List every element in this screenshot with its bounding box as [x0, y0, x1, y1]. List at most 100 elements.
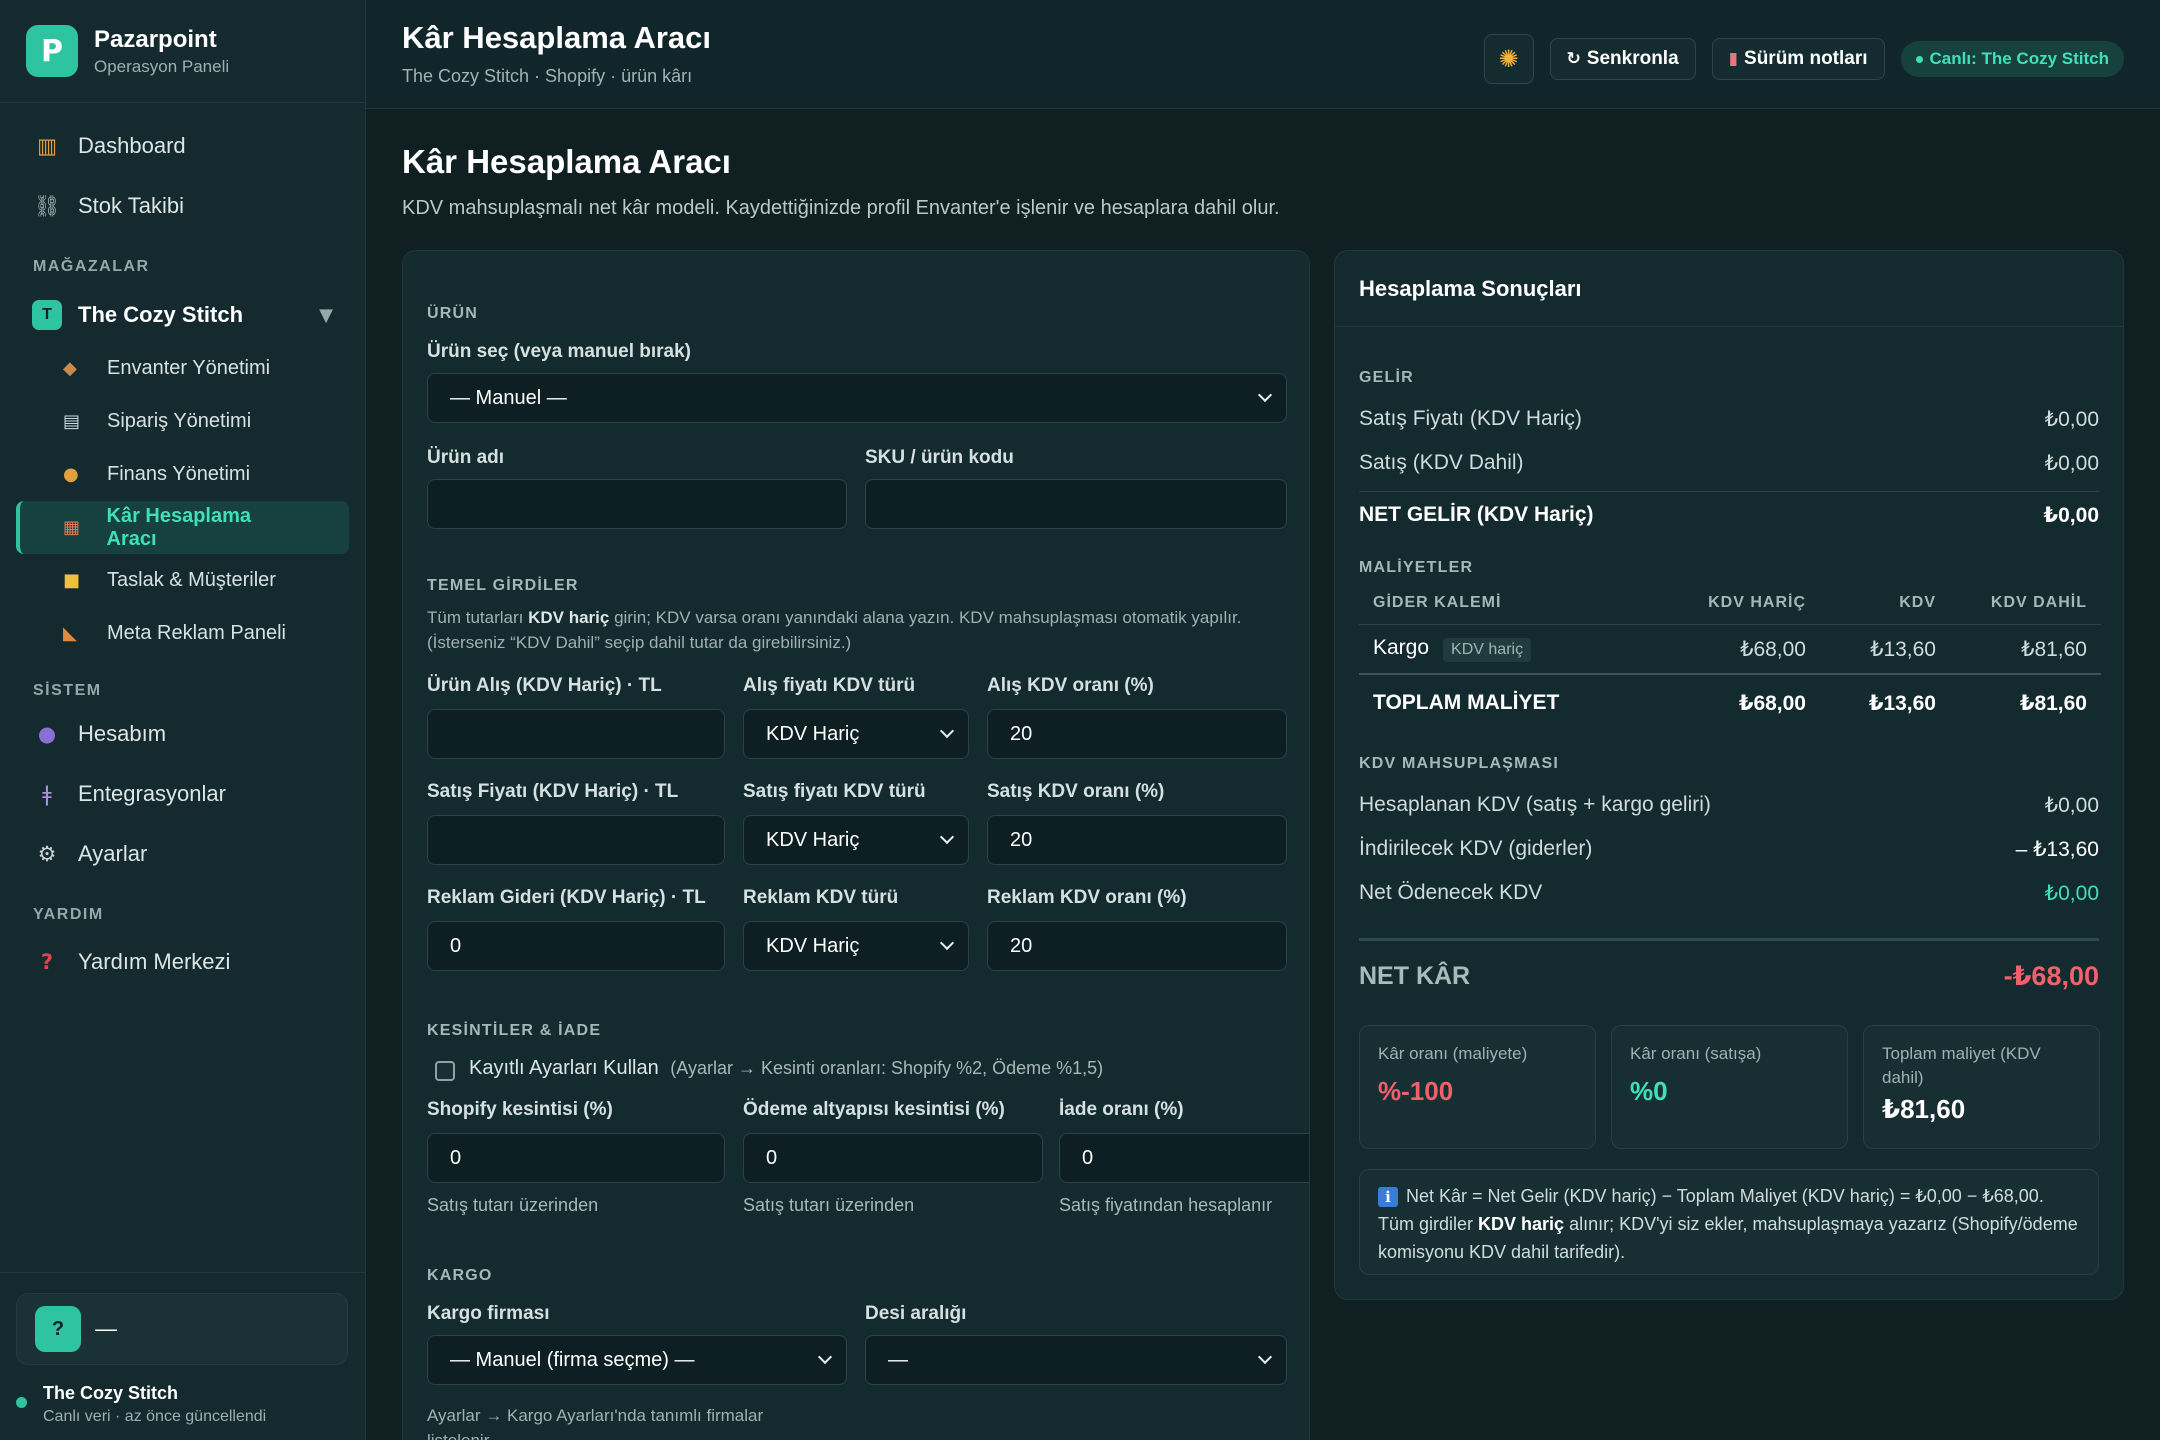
metric-value: %-100: [1378, 1076, 1454, 1106]
sun-icon: ✺: [1498, 45, 1519, 73]
sku-input[interactable]: [865, 479, 1287, 529]
ad-kdv-type-select[interactable]: KDV Hariç: [743, 921, 969, 971]
section-help: YARDIM: [33, 906, 104, 923]
purchase-amount-input[interactable]: [427, 709, 725, 759]
sidebar-item-envanter[interactable]: ◆ Envanter Yönetimi: [16, 342, 349, 395]
payment-fee-input[interactable]: 0: [743, 1133, 1043, 1183]
sale-kdv-type-label: Satış fiyatı KDV türü: [743, 781, 926, 802]
use-saved-settings-checkbox[interactable]: [435, 1061, 455, 1081]
live-badge: Canlı: The Cozy Stitch: [1900, 41, 2124, 77]
info-text-bold: KDV hariç: [1478, 1214, 1565, 1234]
chevron-down-icon: [942, 829, 954, 841]
sidebar: P Pazarpoint Operasyon Paneli ▥ Dashboard…: [0, 0, 366, 1440]
return-rate-label: İade oranı (%): [1059, 1099, 1184, 1120]
status-dot-icon: [16, 1397, 27, 1408]
section-system: SİSTEM: [33, 682, 102, 699]
cell-kdv: ₺13,60: [1870, 637, 1936, 661]
user-icon: ●: [37, 722, 57, 746]
nav-yardim[interactable]: ? Yardım Merkezi: [0, 932, 365, 992]
ad-cost-input[interactable]: 0: [427, 921, 725, 971]
sale-kdv-rate-label: Satış KDV oranı (%): [987, 781, 1165, 802]
folder-icon: ■: [63, 570, 81, 591]
row-label: Hesaplanan KDV (satış + kargo geliri): [1359, 793, 1711, 816]
sidebar-item-taslak[interactable]: ■ Taslak & Müşteriler: [16, 554, 349, 607]
metric-label: Toplam maliyet (KDV dahil): [1882, 1044, 2041, 1087]
metric-value: ₺81,60: [1882, 1094, 1966, 1124]
purchase-kdv-rate-input[interactable]: 20: [987, 709, 1287, 759]
net-profit-value: -₺68,00: [2003, 961, 2099, 991]
topbar-actions: ✺ ↻ Senkronla ▮ Sürüm notları Canlı: The C…: [1468, 34, 2124, 84]
shopify-fee-help: Satış tutarı üzerinden: [427, 1195, 599, 1215]
sidebar-item-kar-hesaplama[interactable]: ▦ Kâr Hesaplama Aracı: [16, 501, 349, 554]
nav-label: Yardım Merkezi: [78, 949, 231, 974]
sale-price-input[interactable]: [427, 815, 725, 865]
sidebar-item-meta[interactable]: ◣ Meta Reklam Paneli: [16, 607, 349, 660]
sale-kdv-rate-input[interactable]: 20: [987, 815, 1287, 865]
nav-stok[interactable]: ⛓ Stok Takibi: [0, 176, 365, 236]
shopify-fee-input[interactable]: 0: [427, 1133, 725, 1183]
desi-select[interactable]: —: [865, 1335, 1287, 1385]
sku-label: SKU / ürün kodu: [865, 447, 1014, 468]
sidebar-item-siparis[interactable]: ▤ Sipariş Yönetimi: [16, 395, 349, 448]
col-header: KDV HARİÇ: [1708, 593, 1806, 611]
user-menu[interactable]: ? —: [16, 1293, 348, 1365]
chevron-down-icon: [942, 723, 954, 735]
theme-toggle-button[interactable]: ✺: [1483, 34, 1534, 84]
product-name-input[interactable]: [427, 479, 847, 529]
sidebar-item-label: Envanter Yönetimi: [107, 357, 271, 379]
purchase-amount-label: Ürün Alış (KDV Hariç) · TL: [427, 675, 662, 696]
nav-ayarlar[interactable]: ⚙ Ayarlar: [0, 824, 365, 884]
select-value: KDV Hariç: [766, 828, 860, 851]
return-rate-input[interactable]: 0: [1059, 1133, 1309, 1183]
sidebar-item-label: Taslak & Müşteriler: [107, 569, 276, 591]
cargo-company-select[interactable]: — Manuel (firma seçme) —: [427, 1335, 847, 1385]
section-stores: MAĞAZALAR: [33, 258, 150, 275]
sidebar-item-label: Meta Reklam Paneli: [107, 622, 286, 644]
live-status: The Cozy Stitch Canlı veri · az önce gün…: [16, 1383, 266, 1426]
chevron-down-icon: [942, 935, 954, 947]
total-label: TOPLAM MALİYET: [1373, 691, 1560, 714]
ad-kdv-rate-input[interactable]: 20: [987, 921, 1287, 971]
section-kesinti: KESİNTİLER & İADE: [427, 1022, 602, 1039]
nav-hesabim[interactable]: ● Hesabım: [0, 704, 365, 764]
sidebar-item-label: Kâr Hesaplama Aracı: [106, 504, 252, 550]
total-kdv: ₺13,60: [1868, 691, 1936, 715]
results-title: Hesaplama Sonuçları: [1335, 251, 2123, 327]
net-profit: NET KÂR -₺68,00: [1359, 961, 2099, 992]
sync-button[interactable]: ↻ Senkronla: [1549, 38, 1696, 80]
row-value: ₺0,00: [2044, 408, 2099, 431]
sidebar-item-label: Finans Yönetimi: [107, 463, 251, 485]
kdv-row: İndirilecek KDV (giderler) – ₺13,60: [1359, 837, 2099, 862]
sale-kdv-type-select[interactable]: KDV Hariç: [743, 815, 969, 865]
return-rate-help: Satış fiyatından hesaplanır: [1059, 1195, 1273, 1215]
cost-table: GİDER KALEMİ KDV HARİÇ KDV KDV DAHİL Kar…: [1359, 581, 2101, 731]
sidebar-item-finans[interactable]: ● Finans Yönetimi: [16, 448, 349, 501]
notes-label: Sürüm notları: [1744, 48, 1868, 69]
nav-entegrasyonlar[interactable]: ǂ Entegrasyonlar: [0, 764, 365, 824]
store-toggle[interactable]: T The Cozy Stitch ▼: [0, 288, 365, 342]
ad-cost-label: Reklam Gideri (KDV Hariç) · TL: [427, 887, 706, 908]
ad-kdv-rate-label: Reklam KDV oranı (%): [987, 887, 1187, 908]
kdv-row: Hesaplanan KDV (satış + kargo geliri) ₺0,…: [1359, 793, 2099, 818]
cost-item: Kargo KDV hariç: [1359, 636, 1656, 662]
metric-card: Kâr oranı (satışa) %0: [1611, 1025, 1848, 1149]
release-notes-button[interactable]: ▮ Sürüm notları: [1711, 38, 1885, 80]
chart-icon: ▥: [37, 134, 57, 158]
purchase-kdv-rate-label: Alış KDV oranı (%): [987, 675, 1154, 696]
chevron-down-icon: [820, 1349, 832, 1361]
cargo-company-label: Kargo firması: [427, 1303, 550, 1324]
metric-card: Toplam maliyet (KDV dahil) ₺81,60: [1863, 1025, 2100, 1149]
select-value: —: [888, 1348, 908, 1371]
live-label: Canlı: The Cozy Stitch: [1929, 49, 2109, 68]
kdv-row: Net Ödenecek KDV ₺0,00: [1359, 881, 2099, 906]
product-select[interactable]: — Manuel —: [427, 373, 1287, 423]
metric-label: Kâr oranı (satışa): [1630, 1044, 1762, 1063]
col-header: KDV DAHİL: [1990, 593, 2087, 611]
nav-dashboard[interactable]: ▥ Dashboard: [0, 116, 365, 176]
ad-kdv-type-label: Reklam KDV türü: [743, 887, 899, 908]
purchase-kdv-type-select[interactable]: KDV Hariç: [743, 709, 969, 759]
page-subtitle: KDV mahsuplaşmalı net kâr modeli. Kaydet…: [402, 197, 1280, 219]
section-urun: ÜRÜN: [427, 305, 479, 322]
temel-note: Tüm tutarları KDV hariç girin; KDV varsa…: [427, 605, 1287, 655]
section-kdv: KDV MAHSUPLAŞMASI: [1359, 755, 1559, 772]
